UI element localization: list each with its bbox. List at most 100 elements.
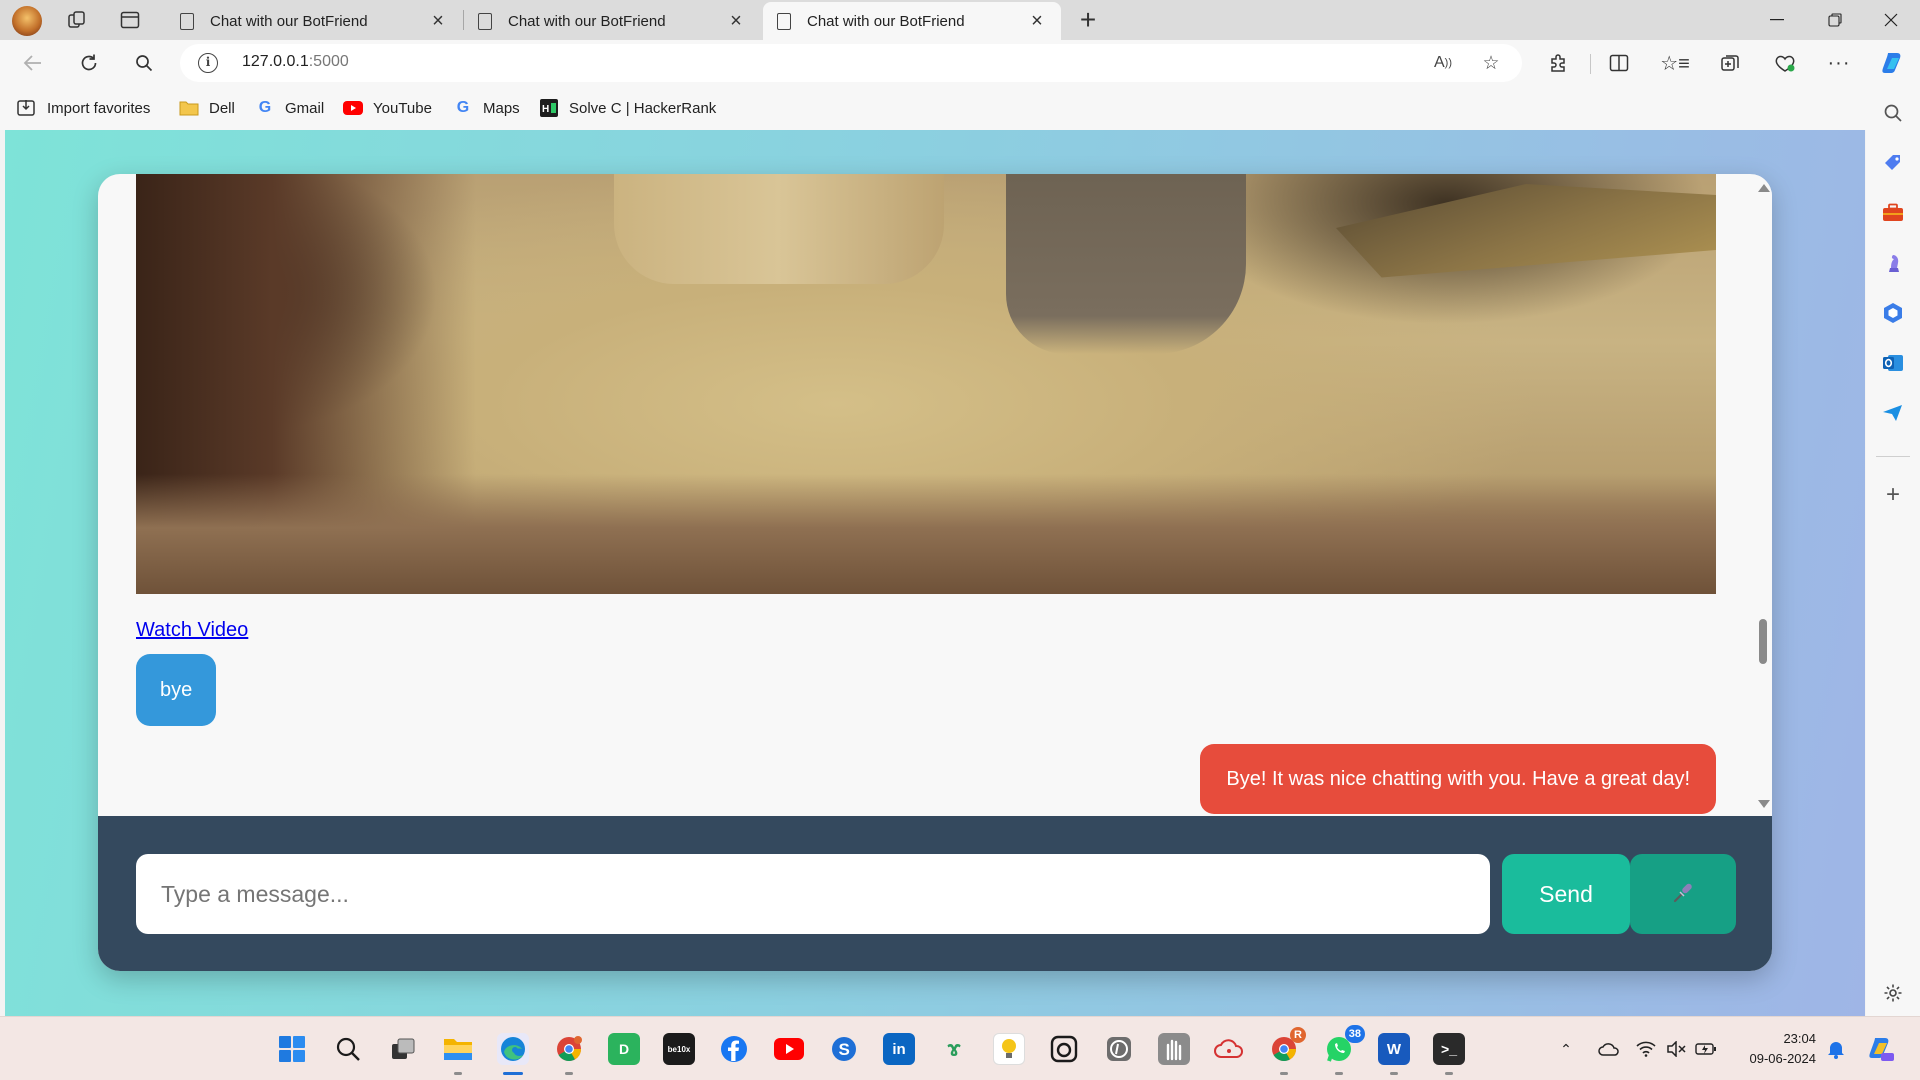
tray-chevron-up-icon[interactable]: ⌃ [1554, 1037, 1578, 1061]
address-bar[interactable]: i 127.0.0.1:5000 A)) ☆ [180, 44, 1522, 82]
chat-messages[interactable]: Watch Video bye Bye! It was nice chattin… [98, 174, 1772, 816]
microphone-button[interactable] [1630, 854, 1736, 934]
browser-tab[interactable]: Chat with our BotFriend × [464, 2, 760, 40]
copilot-preview-icon[interactable] [1866, 1037, 1896, 1061]
wifi-icon[interactable] [1634, 1037, 1658, 1061]
hackerrank-icon: H [539, 99, 559, 117]
svg-text:H: H [542, 104, 549, 115]
beebom-icon[interactable]: be10x [663, 1033, 695, 1065]
svg-text:S: S [839, 1040, 850, 1059]
microsoft-365-icon[interactable] [1880, 300, 1906, 326]
tab-title: Chat with our BotFriend [807, 12, 965, 30]
youtube-app-icon[interactable] [773, 1033, 805, 1065]
sprout-app-icon[interactable]: ɤ [938, 1033, 970, 1065]
send-drop-icon[interactable] [1880, 400, 1906, 426]
scroll-thumb[interactable] [1759, 619, 1767, 664]
clock-time: 23:04 [1783, 1031, 1816, 1046]
volume-muted-icon[interactable] [1664, 1037, 1688, 1061]
chat-scrollbar[interactable] [1754, 174, 1772, 816]
close-icon[interactable]: × [726, 10, 746, 33]
chrome-profile-icon[interactable]: R [1268, 1027, 1306, 1065]
task-view-icon[interactable] [387, 1033, 419, 1065]
new-tab-button[interactable]: + [1074, 3, 1102, 37]
window-close-icon[interactable] [1862, 0, 1920, 40]
address-url[interactable]: 127.0.0.1:5000 [242, 53, 349, 71]
games-chess-icon[interactable] [1880, 250, 1906, 276]
import-icon [17, 99, 37, 117]
favorite-hackerrank[interactable]: H Solve C | HackerRank [539, 96, 716, 120]
message-input[interactable] [136, 854, 1490, 934]
chrome-icon[interactable] [553, 1033, 585, 1065]
tab-strip: Chat with our BotFriend × Chat with our … [0, 0, 1920, 40]
skype-icon[interactable]: S [828, 1033, 860, 1065]
scroll-down-arrow-icon[interactable] [1758, 800, 1770, 808]
close-icon[interactable]: × [428, 10, 448, 33]
dream-app-icon[interactable]: D [608, 1033, 640, 1065]
profile-avatar[interactable] [12, 6, 42, 36]
minimize-icon[interactable] [1748, 0, 1806, 40]
add-sidebar-app-icon[interactable]: + [1880, 481, 1906, 508]
copilot-icon[interactable] [1874, 45, 1912, 81]
outlook-icon[interactable] [1880, 350, 1906, 376]
onedrive-cloud-icon[interactable] [1597, 1037, 1621, 1061]
favorites-icon[interactable]: ☆≡ [1656, 45, 1694, 81]
send-button[interactable]: Send [1502, 854, 1630, 934]
file-explorer-icon[interactable] [442, 1033, 474, 1065]
sidebar-search-icon[interactable] [1880, 100, 1906, 126]
favorite-maps[interactable]: G Maps [453, 96, 520, 120]
vertical-tabs-icon[interactable] [114, 6, 146, 34]
scroll-up-arrow-icon[interactable] [1758, 184, 1770, 192]
edge-browser-icon[interactable] [497, 1033, 529, 1065]
taskbar: D be10x S in ɤ R 38 W >_ ⌃ 23:04 09-06-2… [0, 1016, 1920, 1080]
battery-charging-icon[interactable] [1694, 1037, 1718, 1061]
browser-tab[interactable]: Chat with our BotFriend × [166, 2, 462, 40]
favorite-youtube[interactable]: YouTube [343, 96, 432, 120]
restore-icon[interactable] [1806, 0, 1864, 40]
favorite-dell[interactable]: Dell [179, 96, 235, 120]
cloud-app-icon[interactable] [1213, 1033, 1245, 1065]
back-icon[interactable] [14, 45, 52, 81]
favorite-gmail[interactable]: G Gmail [255, 96, 324, 120]
notification-bell-icon[interactable] [1824, 1037, 1848, 1061]
close-icon[interactable]: × [1027, 10, 1047, 33]
shopping-tag-icon[interactable] [1880, 150, 1906, 176]
favorite-star-icon[interactable]: ☆ [1478, 51, 1504, 75]
read-aloud-icon[interactable]: A)) [1430, 51, 1456, 75]
hand-app-icon[interactable] [1158, 1033, 1190, 1065]
page-icon [777, 12, 791, 30]
site-info-icon[interactable]: i [198, 53, 218, 73]
google-icon: G [456, 99, 470, 116]
taskbar-search-icon[interactable] [332, 1033, 364, 1065]
extensions-icon[interactable] [1539, 45, 1577, 81]
more-options-icon[interactable]: ··· [1820, 45, 1858, 81]
browser-tab-active[interactable]: Chat with our BotFriend × [763, 2, 1061, 40]
favorite-import[interactable]: Import favorites [17, 96, 150, 120]
word-icon[interactable]: W [1378, 1033, 1410, 1065]
google-icon: G [258, 99, 272, 116]
windows-start-icon[interactable] [276, 1033, 308, 1065]
whatsapp-icon[interactable]: 38 [1323, 1025, 1365, 1065]
bot-message: Bye! It was nice chatting with you. Have… [1200, 744, 1716, 814]
page-icon [180, 12, 194, 30]
search-icon[interactable] [125, 45, 163, 81]
profile-badge: R [1290, 1027, 1306, 1043]
page-viewport: Watch Video bye Bye! It was nice chattin… [5, 130, 1865, 1016]
workspaces-icon[interactable] [61, 6, 93, 34]
code-app-icon[interactable] [1103, 1033, 1135, 1065]
system-clock[interactable]: 23:04 09-06-2024 [1730, 1029, 1817, 1069]
refresh-icon[interactable] [70, 45, 108, 81]
browser-essentials-icon[interactable] [1766, 45, 1804, 81]
split-screen-icon[interactable] [1600, 45, 1638, 81]
watch-video-link[interactable]: Watch Video [136, 619, 248, 642]
sidebar-settings-icon[interactable] [1880, 980, 1906, 1006]
tools-briefcase-icon[interactable] [1880, 200, 1906, 226]
page-icon [478, 12, 492, 30]
camera-app-icon[interactable] [1048, 1033, 1080, 1065]
youtube-icon [343, 99, 363, 117]
bulb-app-icon[interactable] [993, 1033, 1025, 1065]
terminal-icon[interactable]: >_ [1433, 1033, 1465, 1065]
facebook-icon[interactable] [718, 1033, 750, 1065]
linkedin-icon[interactable]: in [883, 1033, 915, 1065]
collections-icon[interactable] [1711, 45, 1749, 81]
favorites-bar: Import favorites Dell G Gmail YouTube G … [0, 86, 1920, 130]
